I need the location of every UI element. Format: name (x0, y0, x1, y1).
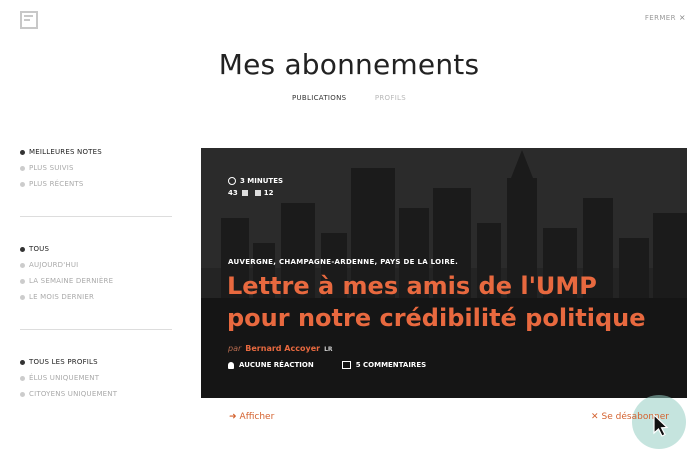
close-icon: ✕ (591, 412, 599, 422)
reactions-stat[interactable]: AUCUNE RÉACTION (228, 361, 314, 369)
radio-dot-icon (20, 294, 25, 300)
radio-dot-icon (20, 359, 25, 365)
divider (20, 216, 172, 217)
profile-filter-group: TOUS LES PROFILS ÉLUS UNIQUEMENT CITOYEN… (20, 354, 172, 402)
article-stats: AUCUNE RÉACTION 5 COMMENTAIRES (228, 361, 454, 369)
radio-dot-icon (20, 391, 25, 397)
mouse-pointer-icon (653, 414, 669, 437)
filter-citoyens-uniquement[interactable]: CITOYENS UNIQUEMENT (20, 386, 172, 402)
upvote-count: 43 (228, 189, 238, 197)
close-icon: × (678, 13, 686, 22)
close-button[interactable]: FERMER × (645, 13, 686, 22)
radio-dot-icon (20, 375, 25, 381)
party-badge: LR (324, 346, 333, 353)
comment-icon (341, 361, 351, 369)
upvote-icon[interactable] (241, 190, 248, 196)
reading-time: 3 MINUTES (240, 177, 284, 185)
filter-tous-les-profils[interactable]: TOUS LES PROFILS (20, 354, 172, 370)
byline-prefix: par (228, 344, 242, 353)
divider (20, 329, 172, 330)
radio-dot-icon (20, 262, 25, 268)
clock-icon (228, 177, 236, 185)
article-meta: 3 MINUTES 43 12 (228, 175, 283, 199)
filter-elus-uniquement[interactable]: ÉLUS UNIQUEMENT (20, 370, 172, 386)
radio-dot-icon (20, 181, 25, 187)
filter-aujourdhui[interactable]: AUJOURD'HUI (20, 257, 172, 273)
comments-stat[interactable]: 5 COMMENTAIRES (341, 361, 426, 369)
arrow-right-icon: ➜ (229, 412, 237, 422)
close-label: FERMER (644, 14, 676, 22)
period-filter-group: TOUS AUJOURD'HUI LA SEMAINE DERNIÈRE LE … (20, 241, 172, 305)
person-icon (228, 361, 234, 369)
author-link[interactable]: Bernard Accoyer (245, 344, 320, 353)
downvote-count: 12 (263, 189, 274, 197)
filter-tous[interactable]: TOUS (20, 241, 172, 257)
article-headline[interactable]: Lettre à mes amis de l'UMP pour notre cr… (227, 270, 667, 334)
tab-publications[interactable]: PUBLICATIONS (292, 94, 346, 102)
radio-dot-icon (20, 246, 25, 252)
article-card[interactable]: 3 MINUTES 43 12 AUVERGNE, CHAMPAGNE-ARDE… (201, 148, 687, 398)
filter-meilleures-notes[interactable]: MEILLEURES NOTES (20, 144, 172, 160)
filter-mois-dernier[interactable]: LE MOIS DERNIER (20, 289, 172, 305)
logo-icon[interactable] (20, 11, 38, 29)
downvote-icon[interactable] (254, 190, 261, 196)
tab-profils[interactable]: PROFILS (375, 94, 406, 102)
radio-dot-icon (20, 149, 25, 155)
page-title: Mes abonnements (218, 48, 480, 81)
filter-semaine-derniere[interactable]: LA SEMAINE DERNIÈRE (20, 273, 172, 289)
article-regions: AUVERGNE, CHAMPAGNE-ARDENNE, PAYS DE LA … (228, 258, 459, 266)
filter-plus-recents[interactable]: PLUS RÉCENTS (20, 176, 172, 192)
radio-dot-icon (20, 278, 25, 284)
radio-dot-icon (20, 165, 25, 171)
show-button[interactable]: ➜ Afficher (229, 412, 274, 422)
article-byline: par Bernard Accoyer LR (228, 344, 333, 353)
sort-filter-group: MEILLEURES NOTES PLUS SUIVIS PLUS RÉCENT… (20, 144, 172, 192)
tab-bar: PUBLICATIONS PROFILS (0, 94, 698, 102)
filter-plus-suivis[interactable]: PLUS SUIVIS (20, 160, 172, 176)
